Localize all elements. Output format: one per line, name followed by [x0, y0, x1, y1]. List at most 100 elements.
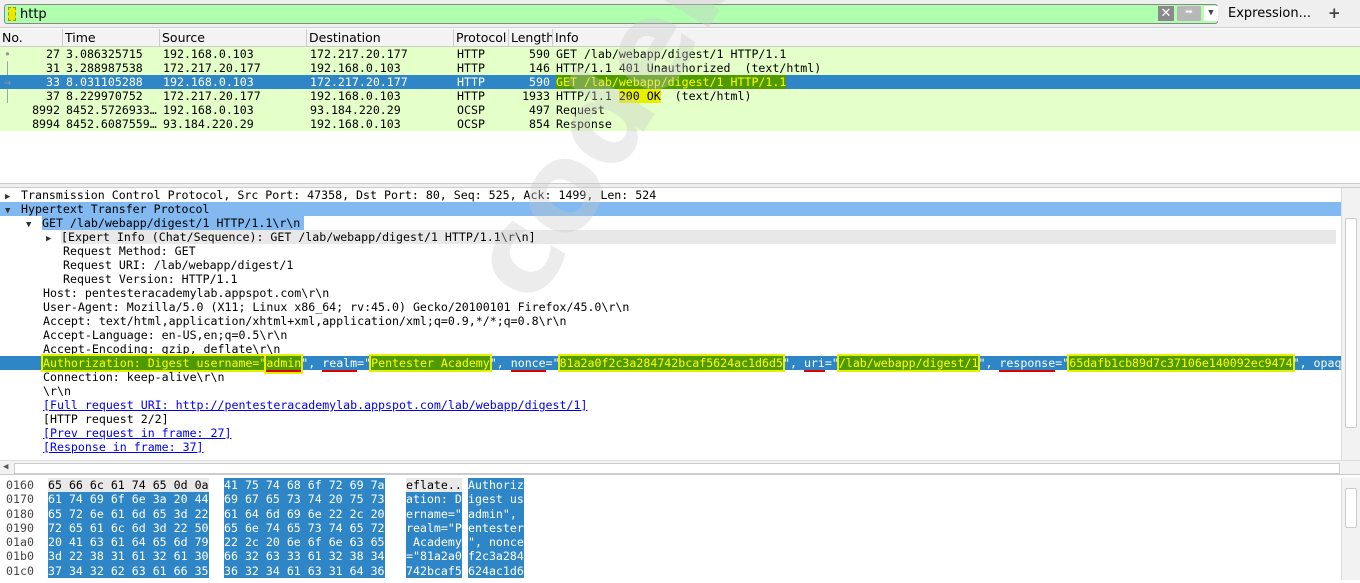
hex-vertical-scrollbar[interactable]	[1341, 478, 1360, 580]
cell-src: 172.217.20.177	[163, 89, 261, 103]
tree-item-version[interactable]: Request Version: HTTP/1.1	[0, 272, 1341, 286]
auth-nonce: 81a2a0f2c3a284742bcaf5624ac1d6d5	[559, 356, 783, 370]
tree-item-http[interactable]: ▼ Hypertext Transfer Protocol	[0, 202, 1341, 216]
scroll-left-icon[interactable]: ◀	[3, 462, 8, 472]
cell-len: 590	[529, 75, 550, 89]
expression-button[interactable]: Expression...	[1228, 6, 1311, 21]
hex-b2: 69 67 65 73 74 20 75 73	[224, 492, 385, 507]
tree-item-authorization[interactable]: Authorization: Digest username="admin", …	[0, 356, 1341, 372]
cell-no: 33	[46, 75, 60, 89]
hex-a2: 624ac1d6	[468, 563, 524, 579]
tree-item-get[interactable]: ▼ GET /lab/webapp/digest/1 HTTP/1.1\r\n	[0, 216, 1341, 230]
scrollbar-thumb[interactable]	[14, 463, 1340, 474]
cell-len: 590	[529, 47, 550, 61]
cell-proto: HTTP	[457, 61, 485, 75]
tree-item-expert[interactable]: ▶ [Expert Info (Chat/Sequence): GET /lab/…	[0, 230, 1341, 244]
cell-time: 3.288987538	[66, 61, 143, 75]
full-uri-link[interactable]: [Full request URI: http://pentesteracade…	[43, 398, 587, 412]
cell-src: 93.184.220.29	[163, 117, 254, 131]
tree-item-accept-language[interactable]: Accept-Language: en-US,en;q=0.5\r\n	[0, 328, 1341, 342]
tree-item-tcp[interactable]: ▶ Transmission Control Protocol, Src Port…	[0, 188, 1341, 202]
column-time[interactable]: Time	[63, 29, 160, 46]
tree-item-prev-request[interactable]: [Prev request in frame: 27]	[0, 426, 1341, 440]
cell-dst: 172.217.20.177	[310, 47, 408, 61]
cell-src: 192.168.0.103	[163, 103, 254, 117]
bookmark-icon[interactable]	[8, 7, 16, 21]
details-horizontal-scrollbar[interactable]: ◀	[0, 460, 1360, 475]
tree-item-full-uri[interactable]: [Full request URI: http://pentesteracade…	[0, 398, 1341, 412]
cell-src: 192.168.0.103	[163, 47, 254, 61]
cell-proto: HTTP	[457, 47, 485, 61]
cell-src: 172.217.20.177	[163, 61, 261, 75]
hex-b1: 61 74 69 6f 6e 3a 20 44	[48, 492, 209, 507]
cell-info: Request	[556, 103, 605, 117]
cell-time: 3.086325715	[66, 47, 143, 61]
hex-row[interactable]: 0190 72 65 61 6c 6d 3d 22 50 65 6e 74 65 7…	[0, 520, 1341, 536]
cell-dst: 192.168.0.103	[310, 61, 401, 75]
cell-len: 497	[529, 103, 550, 117]
tree-item-connection[interactable]: Connection: keep-alive\r\n	[0, 370, 1341, 384]
packet-row[interactable]: 8992 8452.5726933… 192.168.0.103 93.184.220…	[0, 103, 1360, 117]
hex-row[interactable]: 0180 65 72 6e 61 6d 65 3d 22 61 64 6d 69 6…	[0, 506, 1341, 521]
chevron-down-icon[interactable]: ▼	[1204, 6, 1218, 21]
tree-item-crlf[interactable]: \r\n	[0, 384, 1341, 398]
hex-b1: 3d 22 38 31 61 32 61 30	[48, 549, 209, 564]
column-info[interactable]: Info	[553, 29, 1360, 46]
auth-sep: ="	[545, 356, 560, 370]
cell-time: 8.031105288	[66, 75, 143, 89]
hex-row[interactable]: 01c0 37 34 32 62 63 61 66 35 36 32 34 61 6…	[0, 563, 1341, 579]
response-frame-link[interactable]: [Response in frame: 37]	[43, 440, 204, 454]
column-destination[interactable]: Destination	[307, 29, 454, 46]
scrollbar-thumb[interactable]	[1345, 218, 1357, 428]
cell-info: GET /lab/webapp/digest/1 HTTP/1.1	[556, 75, 787, 89]
auth-suffix: ", opaq	[1292, 356, 1341, 370]
cell-no: 27	[46, 47, 60, 61]
add-filter-button[interactable]: +	[1328, 4, 1341, 22]
hex-a1: 742bcaf5	[406, 563, 462, 579]
hex-off: 0180	[6, 506, 34, 521]
hex-off: 01c0	[6, 563, 34, 578]
info-text: HTTP/1.1 401 Unauthorized (text/html)	[556, 61, 822, 75]
column-no[interactable]: No.	[0, 29, 63, 46]
prev-request-link[interactable]: [Prev request in frame: 27]	[43, 426, 231, 440]
hex-row[interactable]: 0170 61 74 69 6f 6e 3a 20 44 69 67 65 73 7…	[0, 492, 1341, 507]
tree-item-method[interactable]: Request Method: GET	[0, 244, 1341, 258]
arrow-right-icon[interactable]: ➡	[1177, 6, 1201, 21]
info-text: Response	[556, 117, 612, 131]
tree-item-accept[interactable]: Accept: text/html,application/xhtml+xml,…	[0, 314, 1341, 328]
details-vertical-scrollbar[interactable]	[1341, 188, 1360, 460]
info-text: GET /lab/webapp/digest/1 HTTP/1.1	[556, 47, 787, 61]
info-part: (text/html)	[660, 89, 752, 103]
packet-row[interactable]: │ 37 8.229970752 172.217.20.177 192.168.0.10…	[0, 89, 1360, 103]
tree-item-response-frame[interactable]: [Response in frame: 37]	[0, 440, 1341, 454]
column-length[interactable]: Length	[509, 29, 553, 46]
hex-row[interactable]: 01a0 20 41 63 61 64 65 6d 79 22 2c 20 6e 6…	[0, 535, 1341, 550]
info-part: 200 OK	[618, 89, 661, 103]
auth-sep: ",	[301, 356, 323, 370]
hex-a2: igest us	[468, 492, 524, 507]
packet-row[interactable]: 8994 8452.6087559… 93.184.220.29 192.168.0.…	[0, 117, 1360, 131]
packet-list: No. Time Source Destination Protocol Len…	[0, 29, 1360, 183]
cell-info: HTTP/1.1 200 OK (text/html)	[556, 89, 751, 103]
hex-row[interactable]: 01b0 3d 22 38 31 61 32 61 30 66 32 63 33 6…	[0, 549, 1341, 564]
packet-row[interactable]: • 27 3.086325715 192.168.0.103 172.217.20.17…	[0, 47, 1360, 61]
cell-info: Response	[556, 117, 612, 131]
hex-row[interactable]: 0160 65 66 6c 61 74 65 0d 0a 41 75 74 68 6…	[0, 478, 1341, 493]
auth-prefix: Authorization: Digest username="	[43, 356, 267, 370]
auth-sep: ",	[978, 356, 1000, 370]
packet-row[interactable]: → 33 8.031105288 192.168.0.103 172.217.20.17…	[0, 75, 1360, 89]
packet-list-header: No. Time Source Destination Protocol Len…	[0, 29, 1360, 47]
tree-item-accept-encoding[interactable]: Accept-Encoding: gzip, deflate\r\n	[0, 342, 1341, 356]
tree-item-request-count[interactable]: [HTTP request 2/2]	[0, 412, 1341, 426]
filter-text[interactable]: http	[20, 7, 47, 22]
scrollbar-thumb[interactable]	[1345, 488, 1357, 528]
tree-item-host[interactable]: Host: pentesteracademylab.appspot.com\r\…	[0, 286, 1341, 300]
clear-x-icon[interactable]: ✕	[1158, 6, 1174, 21]
packet-row[interactable]: │ 31 3.288987538 172.217.20.177 192.168.0.10…	[0, 61, 1360, 75]
tree-item-uri[interactable]: Request URI: /lab/webapp/digest/1	[0, 258, 1341, 272]
hex-a2: Authoriz	[468, 478, 524, 493]
tree-item-user-agent[interactable]: User-Agent: Mozilla/5.0 (X11; Linux x86_…	[0, 300, 1341, 314]
column-protocol[interactable]: Protocol	[454, 29, 509, 46]
column-source[interactable]: Source	[160, 29, 307, 46]
display-filter-input[interactable]: http	[4, 4, 1218, 24]
